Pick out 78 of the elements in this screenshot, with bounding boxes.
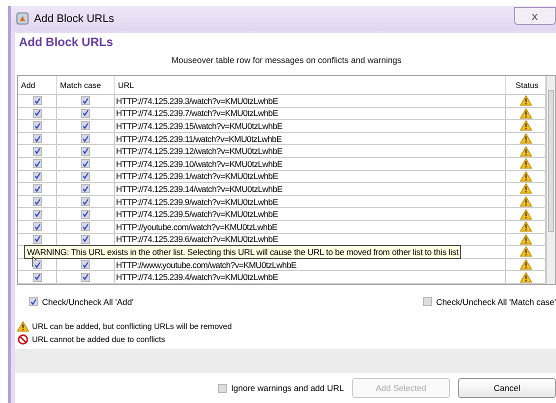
add-checkbox[interactable] xyxy=(32,134,42,144)
warning-icon xyxy=(520,95,532,106)
ignore-warnings-checkbox[interactable] xyxy=(218,384,228,392)
add-checkbox[interactable] xyxy=(32,234,42,244)
add-checkbox[interactable] xyxy=(32,210,42,219)
add-checkbox[interactable] xyxy=(32,184,42,194)
checkbox-label[interactable]: Check/Uncheck All 'Add' xyxy=(42,296,134,307)
column-header[interactable]: Match case xyxy=(57,76,115,94)
window-title: Add Block URLs xyxy=(34,12,114,24)
match-case-checkbox[interactable] xyxy=(81,197,90,206)
warning-icon xyxy=(520,108,532,119)
warning-icon xyxy=(520,208,532,220)
warning-icon xyxy=(520,146,532,157)
match-case-checkbox[interactable] xyxy=(81,260,90,270)
match-case-checkbox[interactable] xyxy=(81,134,90,144)
warning-icon xyxy=(520,272,532,283)
add-checkbox[interactable] xyxy=(32,121,42,130)
warning-icon xyxy=(520,246,532,258)
url-cell: HTTP://74.125.239.11/watch?v=KMU0tzLwhbE xyxy=(116,134,282,144)
url-cell: HTTP://74.125.239.10/watch?v=KMU0tzLwhbE xyxy=(116,158,282,169)
url-cell: HTTP://74.125.239.4/watch?v=KMU0tzLwhbE xyxy=(116,272,278,282)
url-cell: HTTP://74.125.239.15/watch?v=KMU0tzLwhbE xyxy=(116,120,282,131)
url-cell: HTTP://74.125.239.6/watch?v=KMU0tzLwhbE xyxy=(116,234,278,244)
match-case-checkbox[interactable] xyxy=(81,146,90,156)
url-cell: HTTP://74.125.239.1/watch?v=KMU0tzLwhbE xyxy=(116,171,278,182)
add-checkbox[interactable] xyxy=(32,146,42,156)
warning-icon xyxy=(520,158,532,170)
match-case-checkbox[interactable] xyxy=(81,234,90,244)
match-case-checkbox[interactable] xyxy=(81,172,90,181)
url-cell: HTTP://www.youtube.com/watch?v=KMU0tzLwhbE xyxy=(116,260,296,270)
match-case-checkbox[interactable] xyxy=(81,272,90,282)
cancel-button[interactable]: Cancel xyxy=(458,378,556,398)
warning-icon xyxy=(520,234,532,245)
close-button[interactable]: ⅹ xyxy=(514,7,556,25)
check-all-add-checkbox[interactable] xyxy=(29,297,38,306)
check-all-match-case-checkbox[interactable] xyxy=(423,297,432,306)
warning-icon xyxy=(520,170,532,182)
url-cell: HTTP://74.125.239.7/watch?v=KMU0tzLwhbE xyxy=(116,108,278,118)
warning-icon xyxy=(520,221,532,232)
legend-text: URL can be added, but conflicting URLs will be removed xyxy=(32,322,232,331)
column-header[interactable]: Add xyxy=(18,76,57,94)
warning-icon xyxy=(520,196,532,208)
match-case-checkbox[interactable] xyxy=(81,96,90,106)
match-case-checkbox[interactable] xyxy=(81,108,90,118)
scrollbar[interactable] xyxy=(546,76,555,284)
blocked-icon xyxy=(17,334,29,345)
app-icon xyxy=(16,12,29,25)
url-cell: HTTP://74.125.239.5/watch?v=KMU0tzLwhbE xyxy=(116,209,278,220)
checkbox-label[interactable]: Check/Uncheck All 'Match case' xyxy=(436,296,556,307)
column-header[interactable]: URL xyxy=(115,76,506,94)
add-checkbox[interactable] xyxy=(32,222,42,232)
match-case-checkbox[interactable] xyxy=(81,159,90,168)
match-case-checkbox[interactable] xyxy=(81,222,90,232)
warning-icon xyxy=(520,259,532,270)
warning-icon xyxy=(17,320,29,332)
add-checkbox[interactable] xyxy=(32,172,42,181)
add-checkbox[interactable] xyxy=(32,108,42,118)
match-case-checkbox[interactable] xyxy=(81,210,90,219)
hint-text: Mouseover table row for messages on conflicts and warnings xyxy=(170,54,403,67)
warning-icon xyxy=(520,183,532,194)
legend-text: URL cannot be added due to conflicts xyxy=(32,334,166,344)
url-cell: HTTP://74.125.239.14/watch?v=KMU0tzLwhbE xyxy=(116,184,282,194)
warning-tooltip: WARNING: This URL exists in the other list. Selecting this URL will cause the URL to be moved from other list to this list xyxy=(24,245,462,260)
match-case-checkbox[interactable] xyxy=(81,121,90,130)
url-cell: HTTP://youtube.com/watch?v=KMU0tzLwhbE xyxy=(116,222,278,232)
warning-icon xyxy=(520,133,532,144)
add-checkbox[interactable] xyxy=(32,197,42,206)
add-checkbox[interactable] xyxy=(32,96,42,106)
url-cell: HTTP://74.125.239.12/watch?v=KMU0tzLwhbE xyxy=(116,146,282,156)
add-checkbox[interactable] xyxy=(32,272,42,282)
url-cell: HTTP://74.125.239.9/watch?v=KMU0tzLwhbE xyxy=(116,196,278,207)
panel-title: Add Block URLs xyxy=(18,34,114,49)
checkbox-label[interactable]: Ignore warnings and add URL xyxy=(231,383,344,393)
warning-icon xyxy=(520,120,532,132)
match-case-checkbox[interactable] xyxy=(81,184,90,194)
url-cell: HTTP://74.125.239.3/watch?v=KMU0tzLwhbE xyxy=(116,96,278,106)
add-checkbox[interactable] xyxy=(32,260,42,270)
add-checkbox[interactable] xyxy=(32,159,42,168)
